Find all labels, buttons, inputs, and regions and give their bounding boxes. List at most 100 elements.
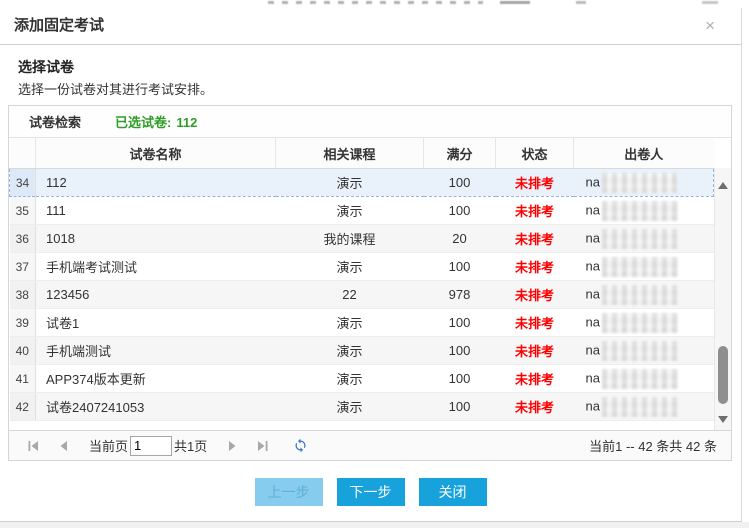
cell-status: 未排考 bbox=[496, 225, 574, 253]
column-header-status: 状态 bbox=[496, 138, 574, 169]
redaction-blur bbox=[602, 313, 678, 333]
scrollbar-thumb[interactable] bbox=[718, 346, 728, 404]
total-pages-label: 共1页 bbox=[174, 436, 207, 455]
column-header-author: 出卷人 bbox=[574, 138, 714, 169]
scroll-up-icon[interactable] bbox=[718, 182, 728, 189]
selected-paper-label: 已选试卷: bbox=[115, 115, 171, 130]
cell-num: 38 bbox=[10, 281, 36, 309]
background-text-fragment bbox=[576, 1, 586, 4]
cell-author: na bbox=[574, 365, 714, 393]
next-page-button[interactable] bbox=[223, 437, 241, 455]
cell-author: na bbox=[574, 169, 714, 197]
background-page-strip bbox=[0, 0, 749, 8]
page-number-input[interactable] bbox=[130, 436, 172, 456]
close-icon[interactable]: × bbox=[701, 8, 719, 44]
cell-course: 演示 bbox=[276, 337, 424, 365]
step-title: 选择试卷 bbox=[18, 57, 723, 77]
cell-status: 未排考 bbox=[496, 365, 574, 393]
grid-scrollbar[interactable] bbox=[714, 168, 731, 430]
cell-name: 手机端考试测试 bbox=[36, 253, 276, 281]
background-text-fragment bbox=[702, 1, 718, 4]
author-text: na bbox=[586, 370, 600, 385]
dialog-header: 添加固定考试 × bbox=[0, 8, 741, 45]
first-page-button[interactable] bbox=[25, 437, 43, 455]
redaction-blur bbox=[602, 173, 678, 193]
cell-name: 试卷1 bbox=[36, 309, 276, 337]
cell-author: na bbox=[574, 225, 714, 253]
prev-page-button[interactable] bbox=[55, 437, 73, 455]
author-text: na bbox=[586, 286, 600, 301]
cell-num: 40 bbox=[10, 337, 36, 365]
redaction-blur bbox=[602, 397, 678, 417]
background-text-fragment bbox=[268, 1, 483, 4]
redaction-blur bbox=[602, 369, 678, 389]
refresh-button[interactable] bbox=[291, 436, 310, 455]
first-page-icon bbox=[27, 439, 41, 453]
cell-num: 34 bbox=[10, 169, 36, 197]
table-row[interactable]: 37手机端考试测试演示100未排考na bbox=[10, 253, 714, 281]
cell-num: 37 bbox=[10, 253, 36, 281]
table-row[interactable]: 39试卷1演示100未排考na bbox=[10, 309, 714, 337]
cell-status: 未排考 bbox=[496, 253, 574, 281]
prev-step-button[interactable]: 上一步 bbox=[255, 478, 323, 506]
scroll-down-icon[interactable] bbox=[718, 416, 728, 423]
table-row[interactable]: 40手机端测试演示100未排考 na bbox=[10, 337, 714, 365]
prev-page-icon bbox=[57, 439, 71, 453]
footer-buttons: 上一步 下一步 关闭 bbox=[0, 478, 741, 506]
redaction-blur bbox=[602, 229, 678, 249]
cell-course: 演示 bbox=[276, 309, 424, 337]
cell-author: na bbox=[574, 281, 714, 309]
cell-course: 演示 bbox=[276, 169, 424, 197]
refresh-icon bbox=[293, 438, 308, 453]
cell-name: 111 bbox=[36, 197, 276, 225]
column-header-name: 试卷名称 bbox=[36, 138, 276, 169]
author-text: na bbox=[586, 258, 600, 273]
redaction-blur bbox=[602, 285, 678, 305]
cell-course: 演示 bbox=[276, 365, 424, 393]
cell-course: 演示 bbox=[276, 197, 424, 225]
cell-score: 100 bbox=[424, 169, 496, 197]
selected-paper-info: 已选试卷:112 bbox=[115, 112, 197, 131]
last-page-button[interactable] bbox=[253, 437, 271, 455]
cell-status: 未排考 bbox=[496, 197, 574, 225]
cell-name: 1018 bbox=[36, 225, 276, 253]
close-button[interactable]: 关闭 bbox=[419, 478, 487, 506]
cell-name: 123456 bbox=[36, 281, 276, 309]
table-row[interactable]: 35111演示100未排考na bbox=[10, 197, 714, 225]
background-text-fragment bbox=[500, 1, 530, 4]
cell-course: 我的课程 bbox=[276, 225, 424, 253]
next-page-icon bbox=[225, 439, 239, 453]
author-text: na bbox=[586, 230, 600, 245]
paper-search-toggle[interactable]: 试卷检索 bbox=[29, 112, 81, 131]
last-page-icon bbox=[255, 439, 269, 453]
cell-author: na bbox=[574, 337, 714, 365]
table-row[interactable]: 361018我的课程20未排考na bbox=[10, 225, 714, 253]
cell-status: 未排考 bbox=[496, 309, 574, 337]
table-row[interactable]: 41APP374版本更新演示100未排考na bbox=[10, 365, 714, 393]
cell-num: 41 bbox=[10, 365, 36, 393]
cell-course: 演示 bbox=[276, 253, 424, 281]
cell-score: 100 bbox=[424, 197, 496, 225]
cell-author: na bbox=[574, 309, 714, 337]
author-text: na bbox=[586, 314, 600, 329]
author-text: na bbox=[586, 342, 600, 357]
cell-score: 100 bbox=[424, 393, 496, 421]
next-step-button[interactable]: 下一步 bbox=[337, 478, 405, 506]
table-row[interactable]: 3812345622978未排考na bbox=[10, 281, 714, 309]
cell-status: 未排考 bbox=[496, 337, 574, 365]
table-row[interactable]: 42试卷2407241053演示100未排考na bbox=[10, 393, 714, 421]
cell-author: na bbox=[574, 197, 714, 225]
current-page-label: 当前页 bbox=[89, 436, 128, 455]
cell-name: 手机端测试 bbox=[36, 337, 276, 365]
cell-num: 39 bbox=[10, 309, 36, 337]
cell-num: 36 bbox=[10, 225, 36, 253]
author-text: na bbox=[586, 174, 600, 189]
column-header-score: 满分 bbox=[424, 138, 496, 169]
column-header-rownum bbox=[10, 138, 36, 169]
page-background bbox=[0, 522, 749, 528]
table-row[interactable]: 34112演示100未排考na bbox=[10, 169, 714, 197]
cell-course: 演示 bbox=[276, 393, 424, 421]
column-header-course: 相关课程 bbox=[276, 138, 424, 169]
cell-score: 100 bbox=[424, 337, 496, 365]
cell-course: 22 bbox=[276, 281, 424, 309]
